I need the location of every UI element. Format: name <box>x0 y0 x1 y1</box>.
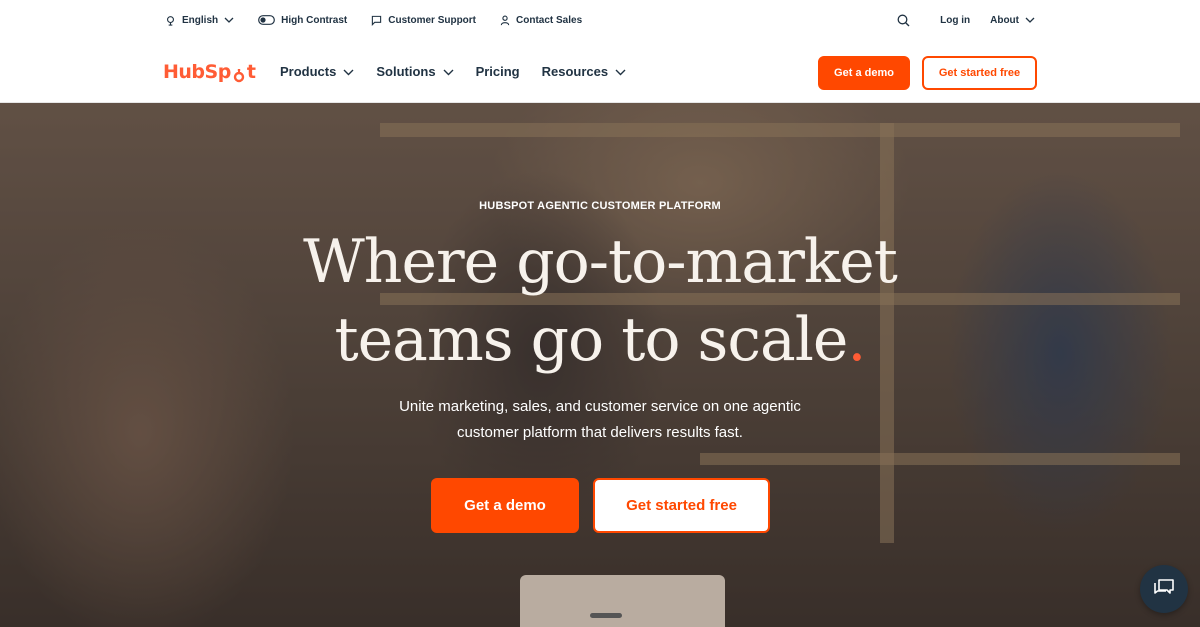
background-laptop <box>520 575 725 627</box>
nav-item-label: Pricing <box>475 64 520 79</box>
chevron-down-icon <box>615 64 626 79</box>
utility-left: English High Contrast Customer Support C… <box>165 0 582 40</box>
language-label: English <box>182 14 219 26</box>
search-button[interactable] <box>897 14 910 27</box>
chat-bubble-icon <box>371 15 382 26</box>
sprocket-icon <box>232 66 246 83</box>
nav-item-solutions[interactable]: Solutions <box>376 64 454 79</box>
hero-get-demo-button[interactable]: Get a demo <box>431 478 579 533</box>
hero-subtitle: Unite marketing, sales, and customer ser… <box>0 394 1200 446</box>
hero-cta-group: Get a demo Get started free <box>431 478 770 533</box>
subtitle-line-1: Unite marketing, sales, and customer ser… <box>399 398 801 415</box>
nav-item-products[interactable]: Products <box>280 64 354 79</box>
primary-menu: Products Solutions Pricing Resources <box>280 40 626 103</box>
logo-wordmark-part1: HubSp <box>163 61 231 83</box>
headline-line-1: Where go-to-market <box>303 227 898 297</box>
contact-sales-label: Contact Sales <box>516 14 583 26</box>
headline-line-2: teams go to scale <box>334 305 849 375</box>
person-icon <box>500 15 510 26</box>
customer-support-label: Customer Support <box>388 14 477 26</box>
hero-get-started-button[interactable]: Get started free <box>593 478 770 533</box>
logo-wordmark-part2: t <box>246 61 256 83</box>
chevron-down-icon <box>224 17 234 23</box>
chevron-down-icon <box>343 64 354 79</box>
hubspot-logo[interactable]: HubSp t <box>163 60 256 84</box>
subtitle-line-2: customer platform that delivers results … <box>457 424 743 441</box>
chat-launcher-button[interactable] <box>1140 565 1188 613</box>
hero-section: HUBSPOT AGENTIC CUSTOMER PLATFORM Where … <box>0 103 1200 627</box>
about-menu[interactable]: About <box>990 15 1035 26</box>
headline-accent-dot: . <box>847 305 866 375</box>
toggle-icon <box>258 15 276 25</box>
nav-item-label: Solutions <box>376 64 436 79</box>
about-label: About <box>990 14 1019 26</box>
globe-icon <box>165 15 176 26</box>
utility-bar: English High Contrast Customer Support C… <box>0 0 1200 40</box>
chevron-down-icon <box>443 64 454 79</box>
contact-sales-link[interactable]: Contact Sales <box>500 15 582 26</box>
search-icon <box>897 14 910 27</box>
customer-support-link[interactable]: Customer Support <box>371 15 476 26</box>
hero-headline: Where go-to-market teams go to scale. <box>0 223 1200 379</box>
login-link[interactable]: Log in <box>940 15 970 26</box>
nav-item-pricing[interactable]: Pricing <box>476 64 520 79</box>
utility-right: Log in About <box>897 0 1035 40</box>
chevron-down-icon <box>1025 17 1035 23</box>
chat-launcher-icon <box>1153 577 1175 602</box>
language-selector[interactable]: English <box>165 15 234 26</box>
nav-item-label: Products <box>280 64 337 79</box>
high-contrast-label: High Contrast <box>281 14 348 26</box>
nav-get-started-button[interactable]: Get started free <box>922 56 1037 90</box>
nav-cta-group: Get a demo Get started free <box>818 56 1037 90</box>
laptop-notch <box>590 613 622 618</box>
high-contrast-toggle[interactable]: High Contrast <box>258 15 347 26</box>
main-nav: HubSp t Products Solutions Pricing Resour… <box>0 40 1200 103</box>
nav-get-demo-button[interactable]: Get a demo <box>818 56 910 90</box>
login-label: Log in <box>940 14 971 26</box>
nav-item-label: Resources <box>541 64 609 79</box>
nav-item-resources[interactable]: Resources <box>542 64 626 79</box>
hero-eyebrow: HUBSPOT AGENTIC CUSTOMER PLATFORM <box>479 200 721 212</box>
